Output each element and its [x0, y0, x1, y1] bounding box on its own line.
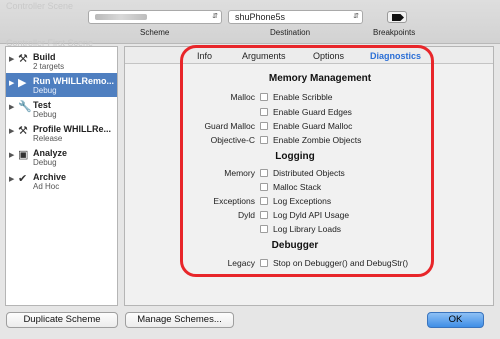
manage-schemes-button[interactable]: Manage Schemes...	[125, 312, 234, 328]
action-sub: Debug	[33, 86, 57, 95]
archive-icon: ✔	[18, 173, 28, 185]
highlight-outline	[180, 45, 434, 277]
sidebar-item-profile[interactable]: ▶ ⚒ Profile WHILLRe... Release	[6, 121, 117, 145]
disclosure-triangle-icon[interactable]: ▶	[9, 151, 14, 159]
breakpoints-button[interactable]	[387, 11, 407, 23]
popup-arrows-icon: ⇵	[353, 13, 359, 20]
action-sub: 2 targets	[33, 62, 65, 71]
scheme-label: Scheme	[140, 28, 170, 37]
disclosure-triangle-icon[interactable]: ▶	[9, 175, 14, 183]
action-name: Analyze	[33, 148, 68, 158]
popup-arrows-icon: ⇵	[212, 13, 218, 20]
action-name: Test	[33, 100, 51, 110]
wrench-icon: 🔧	[18, 101, 32, 113]
sidebar-item-archive[interactable]: ▶ ✔ Archive Ad Hoc	[6, 169, 117, 193]
disclosure-triangle-icon[interactable]: ▶	[9, 55, 14, 63]
action-sub: Release	[33, 134, 63, 143]
action-name: Run WHILLRemo...	[33, 76, 114, 86]
destination-popup[interactable]: shuPhone5s ⇵	[228, 10, 363, 24]
scheme-popup[interactable]: ⇵	[88, 10, 222, 24]
action-name: Profile WHILLRe...	[33, 124, 112, 134]
disclosure-triangle-icon[interactable]: ▶	[9, 103, 14, 111]
breakpoint-icon	[392, 14, 404, 21]
action-sub: Ad Hoc	[33, 182, 60, 191]
disclosure-triangle-icon[interactable]: ▶	[9, 79, 14, 87]
sidebar-item-analyze[interactable]: ▶ ▣ Analyze Debug	[6, 145, 117, 169]
scheme-actions-list: ▶ ⚒ Build 2 targets ▶ ▶ Run WHILLRemo...…	[5, 46, 118, 306]
play-icon: ▶	[18, 77, 27, 89]
sidebar-item-build[interactable]: ▶ ⚒ Build 2 targets	[6, 49, 117, 73]
hammer-icon: ⚒	[18, 53, 28, 65]
tools-icon: ⚒	[18, 125, 28, 137]
breakpoints-label: Breakpoints	[373, 28, 416, 37]
disclosure-triangle-icon[interactable]: ▶	[9, 127, 14, 135]
duplicate-scheme-button[interactable]: Duplicate Scheme	[6, 312, 118, 328]
sidebar-item-run[interactable]: ▶ ▶ Run WHILLRemo... Debug	[6, 73, 117, 97]
action-name: Archive	[33, 172, 67, 182]
destination-value: shuPhone5s	[235, 12, 286, 22]
toolbar: Controller Scene ⇵ Scheme shuPhone5s ⇵ D…	[0, 0, 500, 48]
analyze-icon: ▣	[18, 149, 29, 161]
destination-label: Destination	[270, 28, 311, 37]
sidebar-item-test[interactable]: ▶ 🔧 Test Debug	[6, 97, 117, 121]
blurred-scheme-name	[95, 14, 147, 20]
ok-button[interactable]: OK	[427, 312, 484, 328]
action-sub: Debug	[33, 110, 57, 119]
action-name: Build	[33, 52, 56, 62]
action-sub: Debug	[33, 158, 57, 167]
resize-handle-icon[interactable]	[496, 328, 498, 337]
background-window-text: Controller Scene	[6, 1, 74, 11]
